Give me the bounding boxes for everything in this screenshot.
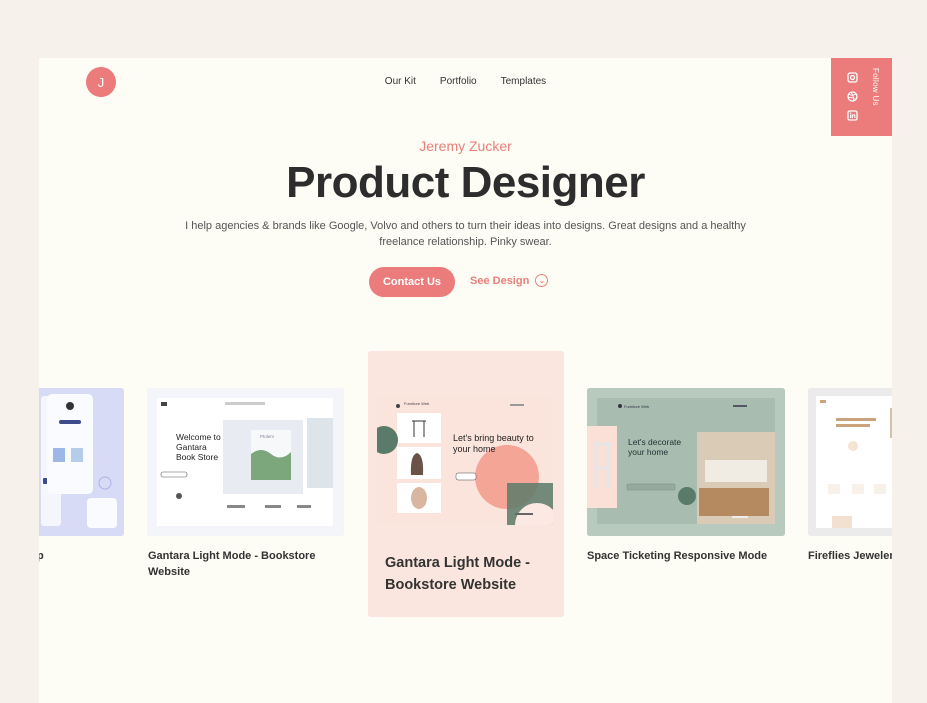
furniture-mock-heading: Let's bring beauty to your home — [453, 433, 534, 454]
nav-portfolio[interactable]: Portfolio — [440, 76, 477, 87]
landing-page: J Our Kit Portfolio Templates Follow Us … — [39, 58, 892, 703]
decorate-mock-brand: Furniture Web — [624, 404, 650, 409]
book-cover-title: Ptolem — [260, 434, 275, 439]
linkedin-icon[interactable] — [847, 108, 858, 121]
project-title[interactable]: Fireflies Jeweler — [808, 548, 892, 564]
project-title[interactable]: Space Ticketing Responsive Mode — [587, 548, 787, 564]
bookstore-mock-heading: Welcome to Gantara Book Store — [176, 432, 221, 462]
nav-templates[interactable]: Templates — [501, 76, 547, 87]
project-title[interactable]: Gantara Light Mode - Bookstore Website — [148, 548, 338, 580]
chevron-down-icon: ⌄ — [535, 274, 549, 287]
see-design-label: See Design — [470, 274, 530, 287]
dribbble-icon[interactable] — [847, 89, 858, 102]
top-nav: Our Kit Portfolio Templates — [39, 76, 892, 87]
featured-project-title[interactable]: Gantara Light Mode - Bookstore Website — [385, 552, 555, 596]
instagram-icon[interactable] — [847, 70, 858, 83]
nav-our-kit[interactable]: Our Kit — [385, 76, 416, 87]
project-thumbnail[interactable] — [39, 388, 124, 536]
hero-title: Product Designer — [286, 158, 645, 207]
project-thumbnail[interactable]: Welcome to Gantara Book Store Ptolem — [147, 388, 344, 536]
hero-name: Jeremy Zucker — [419, 138, 512, 154]
decorate-mock-heading: Let's decorate your home — [628, 437, 682, 457]
project-thumbnail[interactable]: Let's decorate your home Furniture Web — [587, 388, 785, 536]
follow-us-panel: Follow Us — [831, 58, 892, 136]
contact-us-button[interactable]: Contact Us — [369, 267, 455, 297]
hero-description: I help agencies & brands like Google, Vo… — [185, 220, 746, 248]
project-thumbnail[interactable] — [808, 388, 892, 536]
project-thumbnail[interactable]: Let's bring beauty to your home Furnitur… — [377, 395, 553, 525]
project-title[interactable]: p — [39, 548, 44, 564]
contact-us-label: Contact Us — [382, 276, 442, 288]
follow-us-label: Follow Us — [871, 68, 880, 106]
furniture-mock-brand: Furniture Web — [404, 401, 430, 406]
see-design-link[interactable]: See Design ⌄ — [470, 274, 549, 287]
